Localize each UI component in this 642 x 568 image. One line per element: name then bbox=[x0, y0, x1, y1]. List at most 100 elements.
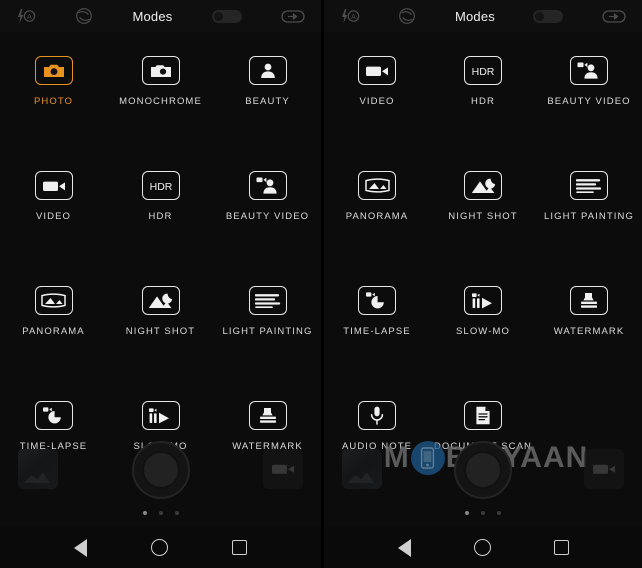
mode-cell-beauty-video[interactable]: BEAUTY VIDEO bbox=[214, 161, 321, 276]
slow-mo-icon bbox=[141, 401, 180, 430]
mode-row: TIME-LAPSE SLOW-MO bbox=[324, 276, 642, 391]
mode-cell-panorama[interactable]: PANORAMA bbox=[324, 161, 430, 276]
aperture-icon[interactable] bbox=[75, 7, 93, 25]
mode-cell-hdr[interactable]: HDR HDR bbox=[107, 161, 214, 276]
home-button[interactable] bbox=[473, 539, 491, 556]
watermark-stamp-icon bbox=[570, 286, 608, 315]
mode-cell-beauty[interactable]: BEAUTY bbox=[214, 46, 321, 161]
flash-auto-icon[interactable]: A bbox=[340, 8, 360, 24]
mode-label: NIGHT SHOT bbox=[125, 326, 196, 337]
mode-label: NIGHT SHOT bbox=[448, 211, 518, 222]
camera-top-bar: A Modes bbox=[324, 0, 642, 32]
home-button[interactable] bbox=[151, 539, 168, 556]
beauty-video-icon bbox=[570, 56, 608, 85]
android-nav-bar-left bbox=[0, 527, 321, 568]
page-dot[interactable] bbox=[174, 511, 179, 515]
recents-button[interactable] bbox=[232, 540, 247, 555]
svg-text:HDR: HDR bbox=[149, 181, 172, 193]
camera-top-bar: A Modes bbox=[0, 0, 321, 32]
mode-cell-time-lapse[interactable]: TIME-LAPSE bbox=[324, 276, 430, 391]
mode-cell-light-painting[interactable]: LIGHT PAINTING bbox=[536, 161, 642, 276]
night-shot-icon bbox=[141, 286, 180, 315]
mode-cell-photo[interactable]: PHOTO bbox=[0, 46, 107, 161]
mode-label: PANORAMA bbox=[22, 326, 85, 337]
shutter-button[interactable] bbox=[131, 441, 190, 499]
camera-controls-bar-left bbox=[0, 439, 321, 527]
hdr-toggle[interactable] bbox=[533, 9, 564, 23]
shutter-inner bbox=[464, 451, 502, 489]
back-button[interactable] bbox=[397, 538, 411, 557]
modes-grid-left: PHOTO MONOCHROME BEAUTY VIDEO HDR HDR BE… bbox=[0, 32, 321, 506]
mode-cell-video[interactable]: VIDEO bbox=[324, 46, 430, 161]
mode-row: PANORAMA NIGHT SHOT LIGHT PAINTING bbox=[324, 161, 642, 276]
watermark-stamp-icon bbox=[248, 401, 287, 430]
mode-label: PHOTO bbox=[33, 96, 74, 107]
back-button[interactable] bbox=[74, 538, 87, 557]
page-dot[interactable] bbox=[158, 511, 163, 515]
svg-text:A: A bbox=[27, 14, 32, 21]
mode-row: VIDEO HDR HDR BEAUTY VIDEO bbox=[0, 161, 321, 276]
mode-row: PANORAMA NIGHT SHOT LIGHT PAINTING bbox=[0, 276, 321, 391]
mode-label: PANORAMA bbox=[345, 211, 409, 222]
gallery-thumbnail[interactable] bbox=[18, 449, 58, 489]
slow-mo-icon bbox=[464, 286, 502, 315]
panorama-icon bbox=[358, 171, 396, 200]
camera-controls-bar-right bbox=[324, 439, 642, 527]
page-dot[interactable] bbox=[465, 511, 469, 515]
mode-cell-panorama[interactable]: PANORAMA bbox=[0, 276, 107, 391]
android-nav-bar-right bbox=[324, 527, 642, 568]
page-dot[interactable] bbox=[497, 511, 501, 515]
mode-label: BEAUTY bbox=[245, 96, 290, 107]
mode-cell-night-shot[interactable]: NIGHT SHOT bbox=[107, 276, 214, 391]
mode-label: TIME-LAPSE bbox=[343, 326, 411, 337]
mode-label: BEAUTY VIDEO bbox=[225, 211, 310, 222]
svg-text:A: A bbox=[351, 14, 356, 21]
video-camera-icon bbox=[34, 171, 73, 200]
mode-label: MONOCHROME bbox=[119, 96, 202, 107]
page-title: Modes bbox=[454, 8, 495, 24]
camera-modes-screenshot: A Modes PHOTO MONOCHROME BEAUTY VIDEO HD… bbox=[0, 0, 642, 568]
flash-auto-icon[interactable]: A bbox=[16, 8, 36, 24]
page-dot[interactable] bbox=[142, 511, 147, 515]
mode-cell-night-shot[interactable]: NIGHT SHOT bbox=[430, 161, 536, 276]
mode-label: LIGHT PAINTING bbox=[543, 211, 634, 222]
mode-cell-slow-mo[interactable]: SLOW-MO bbox=[430, 276, 536, 391]
time-lapse-icon bbox=[358, 286, 396, 315]
microphone-icon bbox=[358, 401, 396, 430]
mode-cell-watermark[interactable]: WATERMARK bbox=[536, 276, 642, 391]
shutter-button[interactable] bbox=[454, 441, 512, 499]
mode-cell-light-painting[interactable]: LIGHT PAINTING bbox=[214, 276, 321, 391]
video-record-button[interactable] bbox=[263, 449, 303, 489]
phone-screen-left: A Modes PHOTO MONOCHROME BEAUTY VIDEO HD… bbox=[0, 0, 321, 568]
document-icon bbox=[464, 401, 502, 430]
mode-cell-video[interactable]: VIDEO bbox=[0, 161, 107, 276]
hdr-toggle[interactable] bbox=[211, 9, 242, 23]
mode-cell-monochrome[interactable]: MONOCHROME bbox=[107, 46, 214, 161]
aperture-icon[interactable] bbox=[398, 7, 416, 25]
mode-label: HDR bbox=[148, 211, 173, 222]
mode-cell-hdr[interactable]: HDR HDR bbox=[430, 46, 536, 161]
mode-cell-beauty-video[interactable]: BEAUTY VIDEO bbox=[536, 46, 642, 161]
link-settings-icon[interactable] bbox=[602, 9, 626, 24]
mode-row: VIDEO HDR HDR BEAUTY VIDEO bbox=[324, 46, 642, 161]
phone-screen-right: A Modes VIDEO HDR HDR BEAUTY VIDEO PANOR… bbox=[321, 0, 642, 568]
light-painting-icon bbox=[248, 286, 287, 315]
hdr-text-icon: HDR bbox=[464, 56, 502, 85]
page-indicator-dots bbox=[465, 511, 501, 515]
hdr-text-icon: HDR bbox=[141, 171, 180, 200]
photo-camera-icon bbox=[34, 56, 73, 85]
page-indicator-dots bbox=[142, 511, 179, 515]
night-shot-icon bbox=[464, 171, 502, 200]
mode-label: WATERMARK bbox=[553, 326, 625, 337]
shutter-inner bbox=[141, 451, 180, 489]
mode-label: VIDEO bbox=[359, 96, 395, 107]
link-settings-icon[interactable] bbox=[281, 9, 305, 24]
page-dot[interactable] bbox=[481, 511, 485, 515]
gallery-thumbnail[interactable] bbox=[342, 449, 382, 489]
beauty-video-icon bbox=[248, 171, 287, 200]
beauty-portrait-icon bbox=[248, 56, 287, 85]
svg-text:HDR: HDR bbox=[472, 66, 495, 78]
recents-button[interactable] bbox=[553, 540, 569, 555]
mode-label: BEAUTY VIDEO bbox=[547, 96, 631, 107]
video-record-button[interactable] bbox=[584, 449, 624, 489]
